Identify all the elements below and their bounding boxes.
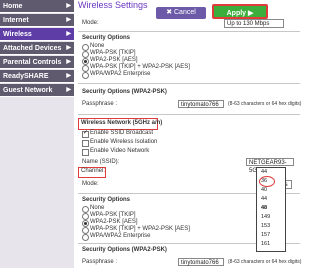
sidebar-item-wireless[interactable]: Wireless ▶ <box>0 28 74 41</box>
sidebar-item-internet[interactable]: Internet ▶ <box>0 14 74 27</box>
security-5g-radio-mixed[interactable] <box>82 227 89 234</box>
chevron-right-icon: ▶ <box>66 45 71 51</box>
apply-button[interactable]: Apply ▶ <box>212 4 268 19</box>
ssid-input[interactable]: NETGEAR93-5G <box>246 158 294 174</box>
security-radio-mixed[interactable] <box>82 65 89 72</box>
sidebar-item-label: Home <box>3 3 23 10</box>
security-5g-radio-wpa2-aes[interactable] <box>82 220 89 227</box>
channel-label: Channel: <box>81 168 106 174</box>
passphrase-hint-2: (8-63 characters or 64 hex digits) <box>228 259 302 265</box>
mode-select[interactable]: Up to 130 Mbps <box>224 19 284 28</box>
security-radio-enterprise[interactable] <box>82 72 89 79</box>
passphrase-input[interactable]: tinytomato766 <box>178 100 224 108</box>
mode-5g-label: Mode: <box>82 181 99 187</box>
ssid-label: Name (SSID): <box>82 159 120 165</box>
sidebar-item-guest-network[interactable]: Guest Network ▶ <box>0 84 74 97</box>
passphrase-hint: (8-63 characters or 64 hex digits) <box>228 101 302 107</box>
enable-isolation-label: Enable Wireless Isolation <box>90 139 158 145</box>
security-radio-none[interactable] <box>82 44 89 51</box>
security-options-heading: Security Options <box>82 35 131 41</box>
security-option-label: WPA-PSK [TKIP] <box>90 212 136 218</box>
chevron-right-icon: ▶ <box>66 59 71 65</box>
enable-isolation-checkbox[interactable] <box>82 140 89 147</box>
security-radio-wpa2-aes[interactable] <box>82 58 89 65</box>
sidebar-item-attached-devices[interactable]: Attached Devices ▶ <box>0 42 74 55</box>
security-option-label: WPA-PSK [TKIP] <box>90 50 136 56</box>
channel-option[interactable]: 40 <box>261 187 267 193</box>
passphrase-label-2: Passphrase : <box>82 259 118 265</box>
security-option-label: WPA/WPA2 Enterprise <box>90 233 151 239</box>
enable-ssid-checkbox[interactable] <box>82 129 89 138</box>
security-option-label: WPA2-PSK [AES] <box>90 57 138 63</box>
security-5g-radio-wpa-tkip[interactable] <box>82 213 89 220</box>
chevron-right-icon: ▶ <box>66 17 71 23</box>
channel-option[interactable]: 157 <box>261 232 270 238</box>
channel-option[interactable]: 44 <box>261 169 267 175</box>
channel-option[interactable]: 149 <box>261 214 270 220</box>
sidebar: Home ▶ Internet ▶ Wireless ▶ Attached Devic… <box>0 0 74 268</box>
cancel-button[interactable]: ✖ Cancel <box>156 7 206 19</box>
sidebar-item-label: Attached Devices <box>3 45 62 52</box>
channel-option[interactable]: 48 <box>261 205 267 211</box>
sidebar-item-label: Internet <box>3 17 29 24</box>
divider <box>78 114 300 115</box>
divider <box>78 83 300 84</box>
security-5g-radio-enterprise[interactable] <box>82 234 89 241</box>
channel-option[interactable]: 44 <box>261 196 267 202</box>
channel-option[interactable]: 153 <box>261 223 270 229</box>
sidebar-item-readyshare[interactable]: ReadySHARE ▶ <box>0 70 74 83</box>
security-option-label: None <box>90 205 105 211</box>
channel-option[interactable]: 161 <box>261 241 270 247</box>
sidebar-item-label: Parental Controls <box>3 59 62 66</box>
security-option-label: WPA-PSK [TKIP] + WPA2-PSK [AES] <box>90 226 190 232</box>
page-title: Wireless Settings <box>78 0 148 10</box>
security-option-label: None <box>90 43 105 49</box>
security-5g-radio-none[interactable] <box>82 206 89 213</box>
enable-video-checkbox[interactable] <box>82 149 89 156</box>
chevron-right-icon: ▶ <box>66 73 71 79</box>
sidebar-item-parental-controls[interactable]: Parental Controls ▶ <box>0 56 74 69</box>
divider <box>78 31 300 32</box>
enable-video-label: Enable Video Network <box>90 148 150 154</box>
security-option-label: WPA/WPA2 Enterprise <box>90 71 151 77</box>
highlight-circle <box>259 176 275 187</box>
security-options-wpa2-heading-2: Security Options (WPA2-PSK) <box>82 247 167 253</box>
wireless-5g-heading: Wireless Network (5GHz a/n) <box>81 120 163 126</box>
chevron-right-icon: ▶ <box>66 31 71 37</box>
chevron-right-icon: ▶ <box>66 87 71 93</box>
sidebar-item-label: ReadySHARE <box>3 73 49 80</box>
passphrase-label: Passphrase : <box>82 101 118 107</box>
security-option-label: WPA-PSK [TKIP] + WPA2-PSK [AES] <box>90 64 190 70</box>
chevron-right-icon: ▶ <box>66 3 71 9</box>
security-options-wpa2-heading: Security Options (WPA2-PSK) <box>82 89 167 95</box>
passphrase-input-2[interactable]: tinytomato766 <box>178 258 224 266</box>
security-options-5g-heading: Security Options <box>82 197 131 203</box>
mode-label: Mode: <box>82 20 99 26</box>
security-option-label: WPA2-PSK [AES] <box>90 219 138 225</box>
enable-ssid-label: Enable SSID Broadcast <box>90 130 154 136</box>
sidebar-item-label: Guest Network <box>3 87 53 94</box>
security-radio-wpa-tkip[interactable] <box>82 51 89 58</box>
sidebar-item-label: Wireless <box>3 31 32 38</box>
sidebar-item-home[interactable]: Home ▶ <box>0 0 74 13</box>
